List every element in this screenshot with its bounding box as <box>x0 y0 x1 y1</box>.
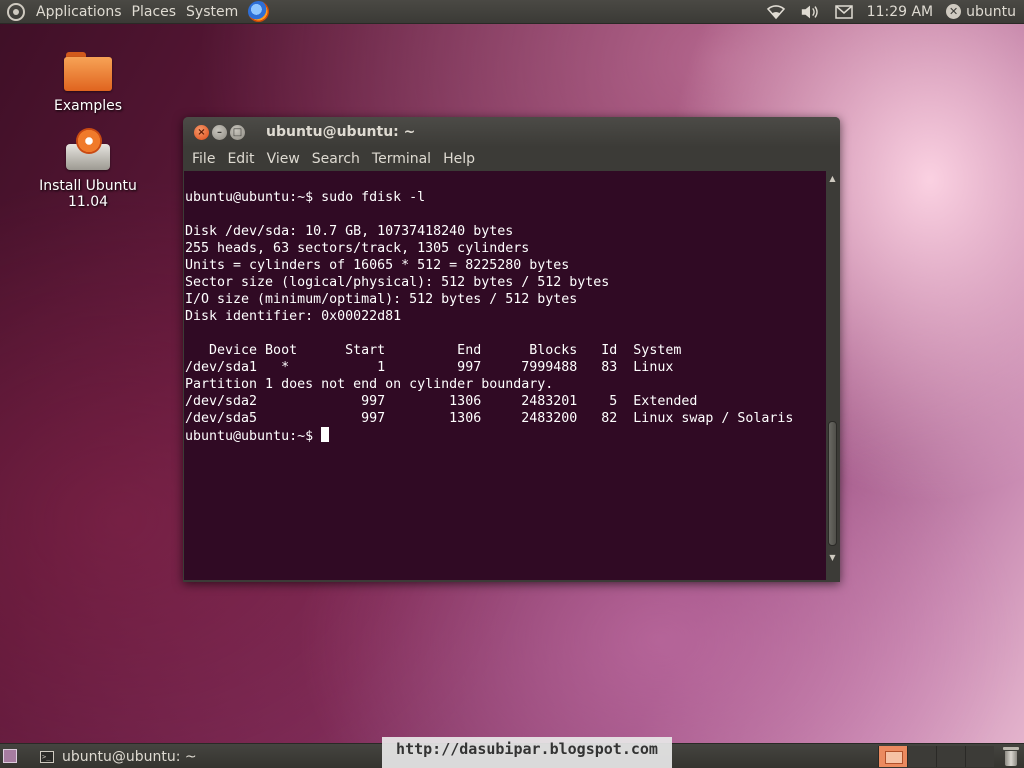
top-panel: Applications Places System 11:29 AM ✕ ub… <box>0 0 1024 24</box>
terminal-prompt-line[interactable]: ubuntu@ubuntu:~$ <box>185 427 826 445</box>
terminal-prompt: ubuntu@ubuntu:~$ <box>185 429 322 444</box>
menu-view[interactable]: View <box>261 151 306 167</box>
menu-search[interactable]: Search <box>306 151 366 167</box>
clock[interactable]: 11:29 AM <box>861 4 942 20</box>
terminal-window: × – □ ubuntu@ubuntu: ~ File Edit View Se… <box>183 117 840 582</box>
desktop-icon-label: Install Ubuntu 11.04 <box>39 178 137 210</box>
terminal-line: Units = cylinders of 16065 * 512 = 82252… <box>185 258 570 273</box>
text-cursor <box>321 427 330 442</box>
terminal-line: /dev/sda2 997 1306 2483201 5 Extended <box>185 394 698 409</box>
watermark: http://dasubipar.blogspot.com <box>382 737 672 768</box>
folder-icon <box>64 52 112 92</box>
menu-applications[interactable]: Applications <box>31 0 127 24</box>
wifi-icon[interactable] <box>766 3 786 21</box>
terminal-line: I/O size (minimum/optimal): 512 bytes / … <box>185 292 578 307</box>
scroll-up-icon[interactable]: ▲ <box>826 173 839 185</box>
terminal-line: Disk /dev/sda: 10.7 GB, 10737418240 byte… <box>185 224 514 239</box>
workspace-switcher <box>878 746 994 767</box>
trash-icon[interactable] <box>1002 746 1020 767</box>
terminal-line: Partition 1 does not end on cylinder bou… <box>185 377 554 392</box>
desktop-icon-examples[interactable]: Examples <box>18 52 158 114</box>
bottom-panel: >_ ubuntu@ubuntu: ~ http://dasubipar.blo… <box>0 737 1024 768</box>
workspace-4[interactable] <box>965 746 994 767</box>
terminal-line: /dev/sda5 997 1306 2483200 82 Linux swap… <box>185 411 794 426</box>
workspace-3[interactable] <box>936 746 965 767</box>
power-icon: ✕ <box>946 4 962 19</box>
show-desktop-icon[interactable] <box>3 749 17 763</box>
window-titlebar[interactable]: × – □ ubuntu@ubuntu: ~ <box>183 117 840 147</box>
terminal-line: Disk identifier: 0x00022d81 <box>185 309 402 324</box>
user-menu[interactable]: ✕ ubuntu <box>942 4 1016 20</box>
terminal-scrollbar[interactable]: ▲ ▼ <box>826 171 839 580</box>
desktop-icon-install-ubuntu[interactable]: Install Ubuntu 11.04 <box>18 128 158 210</box>
terminal-line: 255 heads, 63 sectors/track, 1305 cylind… <box>185 241 530 256</box>
menu-places[interactable]: Places <box>127 0 182 24</box>
installer-icon <box>64 128 112 172</box>
close-button[interactable]: × <box>194 124 209 140</box>
terminal-output[interactable]: ubuntu@ubuntu:~$ sudo fdisk -l Disk /dev… <box>184 171 826 580</box>
user-name: ubuntu <box>966 3 1016 20</box>
workspace-2[interactable] <box>907 746 936 767</box>
scroll-down-icon[interactable]: ▼ <box>826 552 839 564</box>
maximize-button[interactable]: □ <box>230 124 245 140</box>
menu-system[interactable]: System <box>181 0 243 24</box>
minimize-button[interactable]: – <box>212 124 227 140</box>
workspace-1[interactable] <box>878 746 907 767</box>
terminal-menubar: File Edit View Search Terminal Help <box>183 147 840 171</box>
window-title: ubuntu@ubuntu: ~ <box>266 124 416 140</box>
desktop-icon-label: Examples <box>53 98 123 114</box>
menu-file[interactable]: File <box>186 151 221 167</box>
terminal-line: Device Boot Start End Blocks Id System <box>185 343 682 358</box>
menu-edit[interactable]: Edit <box>221 151 260 167</box>
menu-help[interactable]: Help <box>437 151 481 167</box>
mail-icon[interactable] <box>834 3 854 21</box>
terminal-icon: >_ <box>40 750 54 763</box>
firefox-icon[interactable] <box>248 1 270 22</box>
taskbar-label: ubuntu@ubuntu: ~ <box>62 748 197 765</box>
terminal-line: /dev/sda1 * 1 997 7999488 83 Linux <box>185 360 674 375</box>
ubuntu-logo-icon[interactable] <box>7 2 25 21</box>
scrollbar-thumb[interactable] <box>828 421 837 546</box>
volume-icon[interactable] <box>800 3 820 21</box>
terminal-line: Sector size (logical/physical): 512 byte… <box>185 275 610 290</box>
terminal-line: ubuntu@ubuntu:~$ sudo fdisk -l <box>185 190 426 205</box>
menu-terminal[interactable]: Terminal <box>366 151 437 167</box>
taskbar-terminal[interactable]: >_ ubuntu@ubuntu: ~ <box>34 746 203 767</box>
